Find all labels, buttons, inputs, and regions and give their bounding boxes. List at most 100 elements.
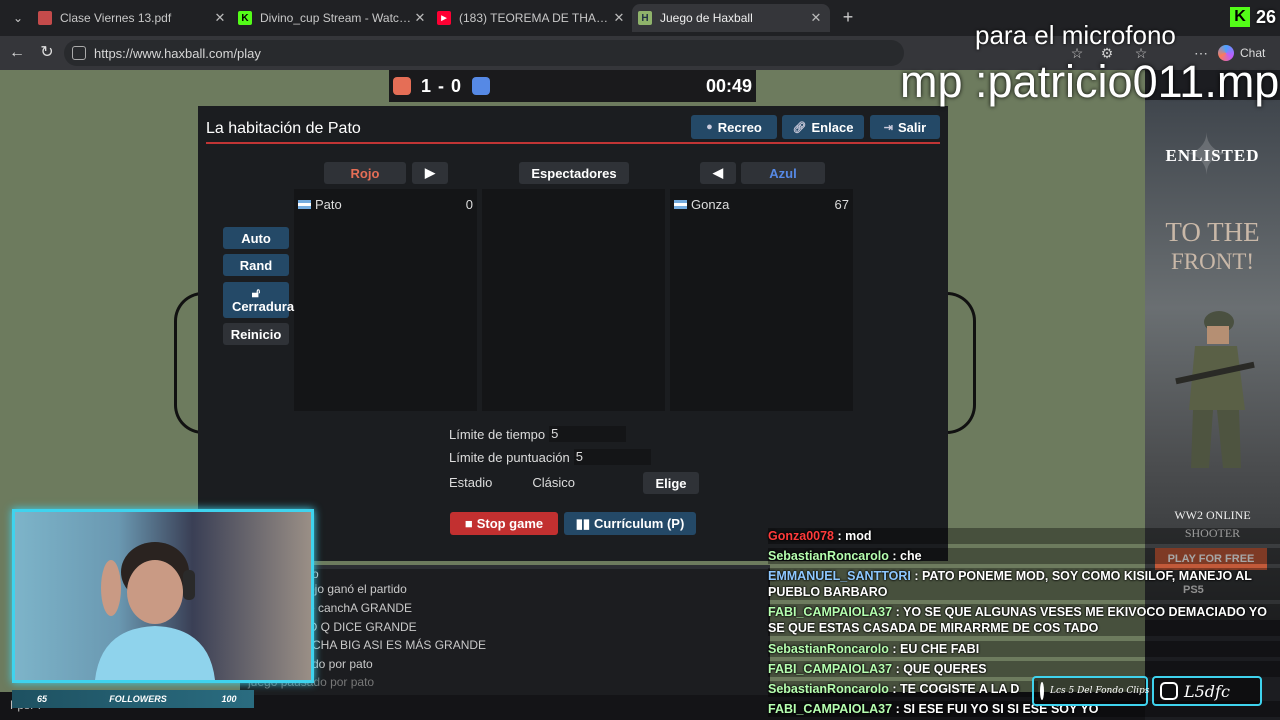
move-right-button[interactable]: ▶ (412, 162, 448, 184)
tab-haxball[interactable]: H Juego de Haxball ✕ (632, 4, 830, 32)
tab-clase-viernes[interactable]: Clase Viernes 13.pdf ✕ (38, 4, 228, 32)
ad-headline-2: FRONT! (1170, 249, 1255, 274)
chat-message: e canchA GRANDE (308, 601, 413, 615)
stream-chat-line: SebastianRoncarolo : EU CHE FABI (768, 641, 1280, 657)
stadium-value: Clásico (532, 475, 575, 490)
kick-icon: K (238, 11, 252, 25)
stream-chat-line: Gonza0078 : mod (768, 528, 1280, 544)
tab-title: Juego de Haxball (660, 11, 753, 25)
blue-team-square (472, 77, 491, 95)
stadium-row: Estadio Clásico (449, 475, 575, 490)
room-dialog: La habitación de Pato ● Recreo 🔗︎ Enlace ⇥… (198, 106, 948, 561)
chat-message: do por pato (312, 657, 373, 671)
blue-team-list: Gonza 67 (670, 189, 853, 411)
link-icon: 🔗︎ (792, 121, 807, 134)
kick-icon: K (1230, 7, 1250, 27)
ad-headline-1: TO THE (1165, 217, 1260, 247)
time-limit-row: Límite de tiempo 5 (449, 426, 627, 442)
chat-message: O Q DICE GRANDE (308, 620, 417, 634)
stream-chat-line: FABI_CAMPAIOLA37 : YO SE QUE ALGUNAS VES… (768, 604, 1280, 636)
room-title: La habitación de Pato (206, 120, 361, 137)
tab-title: (183) TEOREMA DE THALES - Pte 4 (459, 11, 611, 25)
address-bar[interactable]: https://www.haxball.com/play (64, 40, 904, 66)
instagram-icon (1160, 682, 1178, 700)
spectators-label[interactable]: Espectadores (519, 162, 629, 184)
stop-game-button[interactable]: ■ Stop game (450, 512, 558, 535)
instagram-badge: L5dfc (1152, 676, 1262, 706)
webcam-feed (12, 509, 314, 683)
right-goal (947, 292, 976, 434)
argentina-flag-icon (674, 200, 687, 209)
tab-divino-stream[interactable]: K Divino_cup Stream - Watch Live o ✕ (238, 4, 428, 32)
red-team-list: Pato 0 (294, 189, 477, 411)
site-info-icon[interactable] (72, 46, 86, 60)
close-tab-icon[interactable]: ✕ (808, 10, 824, 26)
red-team-square (393, 77, 411, 95)
tiktok-badge: Lcs 5 Del Fondo Clips (1032, 676, 1149, 706)
move-left-button[interactable]: ◀ (700, 162, 736, 184)
blue-team-label[interactable]: Azul (741, 162, 825, 184)
resume-button[interactable]: ▮▮ Currículum (P) (564, 512, 696, 535)
pause-icon: ▮▮ (575, 515, 590, 531)
close-tab-icon[interactable]: ✕ (611, 10, 627, 26)
tab-title: Divino_cup Stream - Watch Live o (260, 11, 412, 25)
kick-viewer-count: K 26 (1230, 3, 1276, 31)
scoreboard: 1 - 0 00:49 (389, 70, 756, 102)
overlay-mp-text: mp :patricio011.mp (900, 56, 1280, 107)
enlace-button[interactable]: 🔗︎ Enlace (782, 115, 864, 139)
pdf-icon (38, 11, 52, 25)
haxball-icon: H (638, 11, 652, 25)
tab-youtube-thales[interactable]: ▶ (183) TEOREMA DE THALES - Pte 4 ✕ (437, 4, 627, 32)
score-limit-row: Límite de puntuación 5 (449, 449, 651, 465)
tab-search-chevron-icon[interactable]: ⌄ (8, 8, 28, 28)
player-name: Pato (315, 197, 342, 212)
ad-brand: ENLISTED (1165, 146, 1260, 165)
followers-goal: 100 (221, 694, 237, 704)
followers-label: FOLLOWERS (109, 694, 167, 704)
player-row[interactable]: Gonza 67 (674, 197, 849, 212)
back-icon[interactable]: ← (6, 42, 28, 64)
match-timer: 00:49 (705, 75, 752, 96)
reload-icon[interactable]: ↻ (36, 42, 58, 64)
spectators-list (482, 189, 665, 411)
recreo-button[interactable]: ● Recreo (691, 115, 777, 139)
stream-chat-line: SebastianRoncarolo : che (768, 548, 1280, 564)
new-tab-icon[interactable]: + (838, 6, 858, 30)
stop-icon: ■ (464, 516, 473, 531)
close-tab-icon[interactable]: ✕ (412, 10, 428, 26)
stream-chat-line: EMMANUEL_SANTTORI : PATO PONEME MOD, SOY… (768, 568, 1280, 600)
chat-message: CHA BIG ASI ES MÁS GRANDE (312, 638, 487, 652)
player-points: 0 (465, 197, 473, 212)
dot-icon: ● (706, 121, 713, 133)
soldier-illustration (1175, 311, 1255, 468)
rand-button[interactable]: Rand (223, 254, 289, 276)
streamer-figure (95, 542, 215, 680)
reset-button[interactable]: Reinicio (223, 323, 289, 345)
chat-message: ojo ganó el partido (308, 582, 407, 596)
red-team-label[interactable]: Rojo (324, 162, 406, 184)
auto-button[interactable]: Auto (223, 227, 289, 249)
exit-icon: ⇥ (883, 121, 894, 134)
overlay-mic-text: para el microfono (975, 20, 1176, 50)
salir-button[interactable]: ⇥ Salir (870, 115, 940, 139)
url-text: https://www.haxball.com/play (94, 45, 261, 61)
lock-button[interactable]: 🔓︎ Cerradura (223, 282, 294, 318)
chat-resize-handle[interactable] (240, 565, 770, 569)
score-text: 1 - 0 (421, 75, 463, 96)
close-tab-icon[interactable]: ✕ (212, 10, 228, 26)
tab-title: Clase Viernes 13.pdf (60, 11, 172, 25)
youtube-icon: ▶ (437, 11, 451, 25)
followers-goal-bar: 65 FOLLOWERS 100 (12, 690, 254, 708)
game-chat: o ojo ganó el partido e canchA GRANDE O … (240, 565, 770, 695)
stream-chat-line: SebastianRoncarolo : TE COGISTE A LA D (768, 681, 1038, 697)
time-limit-field[interactable]: 5 (549, 426, 627, 442)
followers-current: 65 (36, 694, 47, 704)
score-limit-field[interactable]: 5 (573, 449, 651, 465)
lock-icon: 🔓︎ (251, 285, 261, 300)
stream-chat-line: FABI_CAMPAIOLA37 : QUE QUERES (768, 661, 1280, 677)
player-row[interactable]: Pato 0 (298, 197, 473, 212)
pick-stadium-button[interactable]: Elige (643, 472, 699, 494)
title-divider (206, 142, 940, 144)
tiktok-icon (1040, 682, 1044, 700)
ad-sub-1: WW2 ONLINE (1174, 508, 1251, 522)
